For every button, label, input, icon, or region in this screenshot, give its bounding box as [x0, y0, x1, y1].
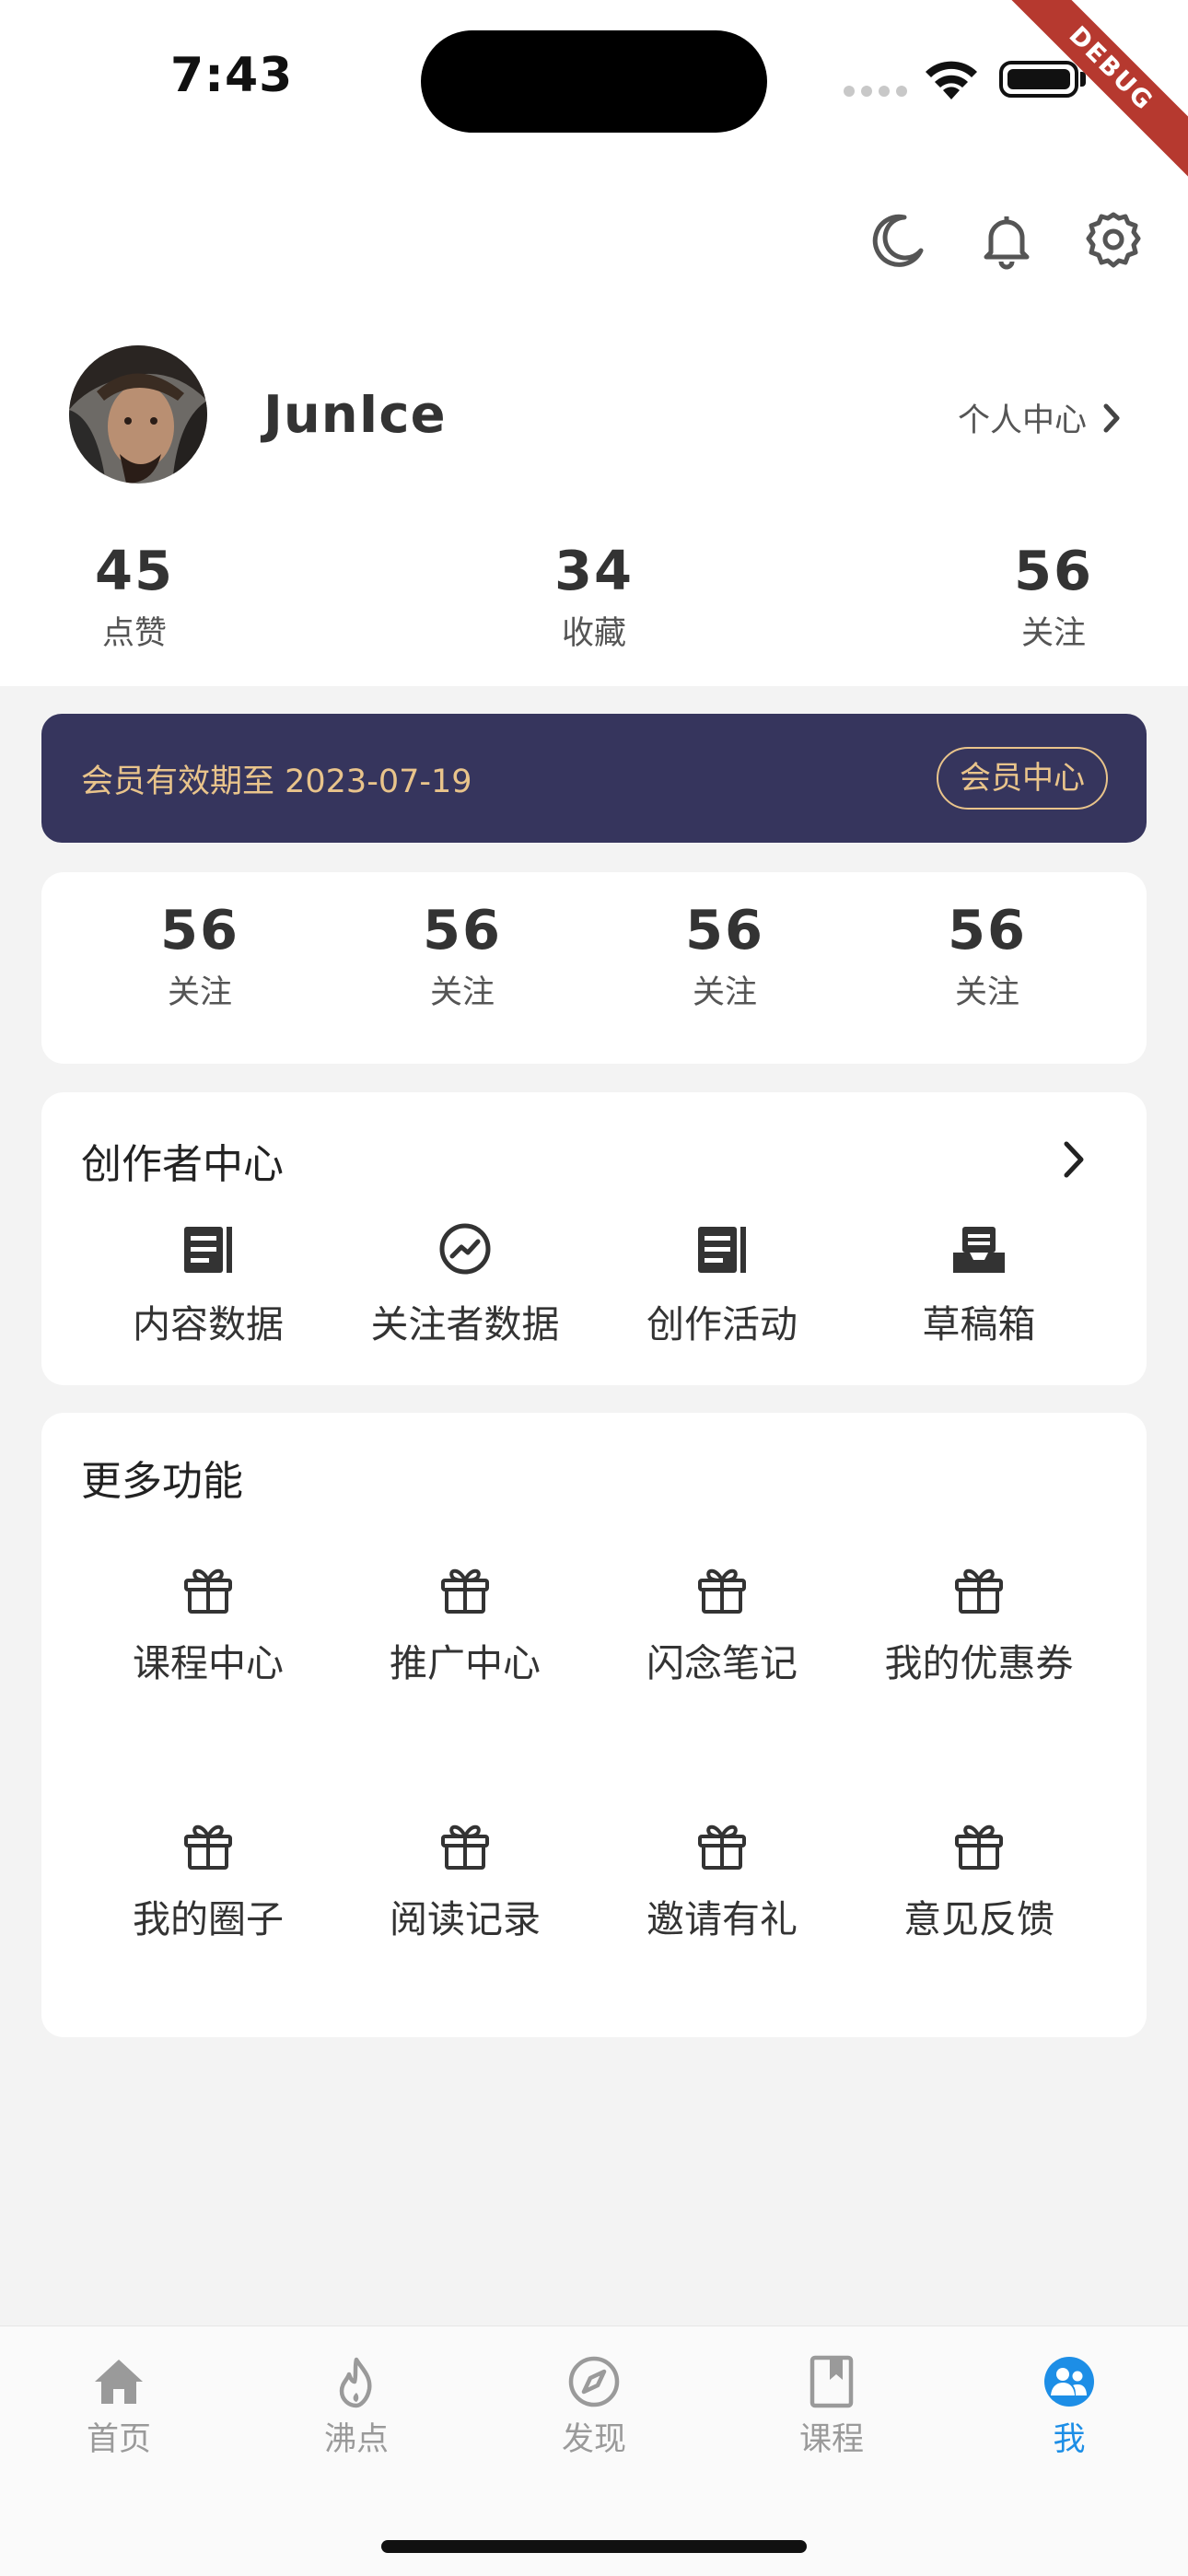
quick-stat[interactable]: 56 关注: [352, 898, 573, 1013]
tab-hot[interactable]: 沸点: [264, 2354, 448, 2460]
more-functions-title: 更多功能: [81, 1458, 243, 1505]
chevron-right-icon: [1103, 403, 1120, 432]
more-function-item[interactable]: 我的优惠券: [850, 1560, 1108, 1687]
inbox-icon: [953, 1227, 1005, 1273]
dynamic-island: [421, 30, 767, 133]
more-function-label: 课程中心: [133, 1641, 284, 1685]
creator-item-follower-data[interactable]: 关注者数据: [336, 1221, 594, 1348]
personal-center-link[interactable]: 个人中心: [958, 394, 1122, 441]
cellular-signal-icon: [844, 86, 907, 97]
quick-stat-value: 56: [159, 898, 240, 962]
username: JunIce: [263, 385, 447, 445]
profile-icon: [1044, 2357, 1094, 2407]
stat-following[interactable]: 56 关注: [943, 539, 1164, 654]
gift-icon: [955, 1824, 1003, 1870]
stat-likes[interactable]: 45 点赞: [24, 539, 245, 654]
tab-label: 发现: [561, 2421, 626, 2458]
more-function-label: 阅读记录: [390, 1897, 541, 1941]
chevron-right-icon[interactable]: [1062, 1140, 1086, 1179]
tab-courses[interactable]: 课程: [740, 2354, 924, 2460]
quick-stat[interactable]: 56 关注: [89, 898, 310, 1013]
creator-item-drafts[interactable]: 草稿箱: [850, 1221, 1108, 1348]
tab-label: 首页: [86, 2421, 151, 2458]
flame-icon: [339, 2357, 372, 2408]
trend-icon: [439, 1223, 491, 1275]
tab-me[interactable]: 我: [977, 2354, 1161, 2460]
settings-icon[interactable]: [1083, 210, 1144, 271]
more-function-item[interactable]: 我的圈子: [79, 1816, 337, 1943]
article-icon: [184, 1227, 232, 1273]
status-time: 7:43: [170, 48, 294, 103]
quick-stat[interactable]: 56 关注: [614, 898, 835, 1013]
stat-value: 56: [1013, 539, 1094, 602]
gift-icon: [184, 1824, 232, 1870]
membership-banner: 会员有效期至 2023-07-19 会员中心: [41, 714, 1147, 843]
creator-item-label: 草稿箱: [922, 1302, 1036, 1346]
quick-stat-label: 关注: [692, 974, 757, 1011]
more-function-label: 邀请有礼: [646, 1897, 798, 1941]
tab-label: 课程: [798, 2421, 864, 2458]
membership-expiry-text: 会员有效期至 2023-07-19: [81, 763, 472, 800]
more-function-item[interactable]: 意见反馈: [850, 1816, 1108, 1943]
home-icon: [95, 2360, 143, 2404]
more-function-item[interactable]: 推广中心: [336, 1560, 594, 1687]
home-indicator: [381, 2540, 807, 2553]
quick-stat-value: 56: [422, 898, 503, 962]
wifi-icon: [926, 61, 977, 99]
more-function-label: 我的圈子: [133, 1897, 284, 1941]
avatar[interactable]: [69, 345, 207, 484]
tab-label: 我: [1053, 2421, 1086, 2458]
gift-icon: [441, 1824, 489, 1870]
creator-item-label: 关注者数据: [370, 1302, 560, 1346]
creator-item-label: 内容数据: [133, 1302, 284, 1346]
stat-favorites[interactable]: 34 收藏: [483, 539, 705, 654]
more-function-label: 推广中心: [390, 1641, 541, 1685]
tab-home[interactable]: 首页: [27, 2354, 211, 2460]
stat-label: 点赞: [101, 615, 167, 652]
creator-item-content-data[interactable]: 内容数据: [79, 1221, 337, 1348]
tab-discover[interactable]: 发现: [502, 2354, 686, 2460]
moon-icon[interactable]: [868, 210, 928, 271]
more-function-label: 闪念笔记: [646, 1641, 798, 1685]
personal-center-label: 个人中心: [958, 402, 1088, 439]
quick-stat-label: 关注: [954, 974, 1019, 1011]
creator-center-title: 创作者中心: [81, 1141, 284, 1188]
bell-icon[interactable]: [976, 210, 1037, 271]
article-icon: [698, 1227, 746, 1273]
membership-center-button[interactable]: 会员中心: [937, 747, 1108, 810]
gift-icon: [698, 1824, 746, 1870]
quick-stat-label: 关注: [429, 974, 495, 1011]
more-function-label: 意见反馈: [903, 1897, 1054, 1941]
stat-value: 45: [94, 539, 175, 602]
more-function-item[interactable]: 闪念笔记: [593, 1560, 851, 1687]
gift-icon: [698, 1568, 746, 1614]
compass-icon: [568, 2356, 620, 2407]
more-function-item[interactable]: 邀请有礼: [593, 1816, 851, 1943]
more-functions-card: 更多功能 课程中心 推广中心 闪念笔记 我的优惠券我的圈子 阅读记录 邀请有礼 意见反馈: [41, 1413, 1147, 2037]
stat-label: 收藏: [561, 615, 626, 652]
more-function-label: 我的优惠券: [884, 1641, 1074, 1685]
gift-icon: [955, 1568, 1003, 1614]
creator-center-card: 创作者中心 内容数据 关注者数据 创作活动 草稿箱: [41, 1092, 1147, 1385]
quick-stat[interactable]: 56 关注: [877, 898, 1098, 1013]
gift-icon: [441, 1568, 489, 1614]
quick-stats-card: 56 关注 56 关注 56 关注 56 关注: [41, 872, 1147, 1064]
gift-icon: [184, 1568, 232, 1614]
quick-stat-value: 56: [947, 898, 1028, 962]
book-icon: [809, 2355, 854, 2408]
creator-item-activities[interactable]: 创作活动: [593, 1221, 851, 1348]
quick-stat-value: 56: [684, 898, 765, 962]
more-function-item[interactable]: 课程中心: [79, 1560, 337, 1687]
battery-icon: [999, 61, 1078, 98]
stat-value: 34: [553, 539, 635, 602]
creator-item-label: 创作活动: [646, 1302, 798, 1346]
more-function-item[interactable]: 阅读记录: [336, 1816, 594, 1943]
quick-stat-label: 关注: [167, 974, 232, 1011]
tab-label: 沸点: [323, 2421, 389, 2458]
bottom-tab-bar: 首页 沸点 发现 课程 我: [0, 2325, 1188, 2576]
stat-label: 关注: [1020, 615, 1086, 652]
